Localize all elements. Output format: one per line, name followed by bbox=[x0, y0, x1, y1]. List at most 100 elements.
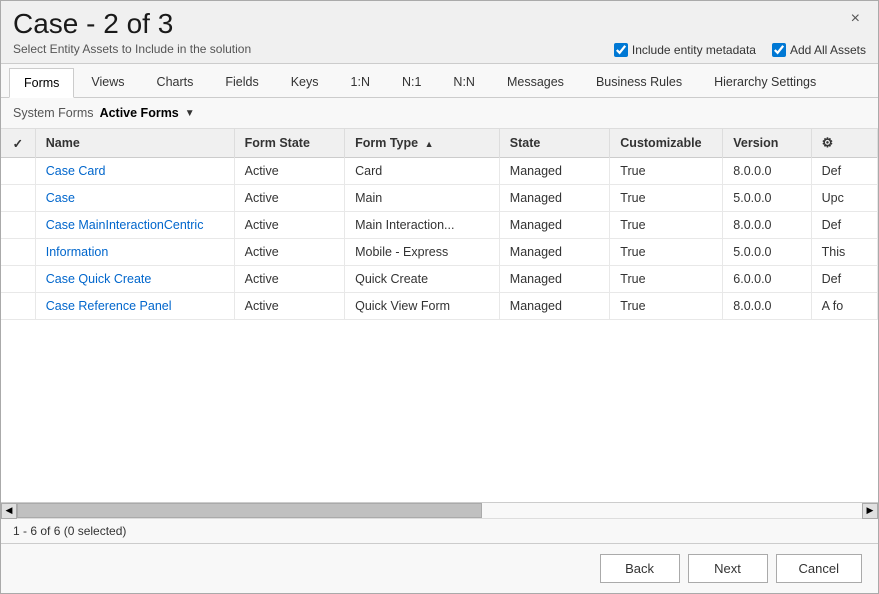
scroll-left-button[interactable]: ◀ bbox=[1, 503, 17, 519]
col-form-type[interactable]: Form Type ▲ bbox=[345, 129, 500, 158]
tab-1n[interactable]: 1:N bbox=[336, 67, 385, 97]
status-bar: 1 - 6 of 6 (0 selected) bbox=[1, 518, 878, 543]
form-type-cell: Quick Create bbox=[345, 266, 500, 293]
col-extra: ⚙ bbox=[811, 129, 877, 158]
page-title: Case - 2 of 3 bbox=[13, 9, 251, 40]
add-all-assets-label: Add All Assets bbox=[790, 43, 866, 57]
state-cell: Managed bbox=[499, 293, 609, 320]
tab-n1[interactable]: N:1 bbox=[387, 67, 436, 97]
subheader: System Forms Active Forms ▼ bbox=[1, 98, 878, 129]
table-container: ✓ Name Form State Form Type ▲ State Cust… bbox=[1, 129, 878, 502]
table-row: Case Quick Create Active Quick Create Ma… bbox=[1, 266, 878, 293]
form-type-cell: Main Interaction... bbox=[345, 212, 500, 239]
check-cell[interactable] bbox=[1, 239, 35, 266]
extra-cell: Def bbox=[811, 266, 877, 293]
tab-business-rules[interactable]: Business Rules bbox=[581, 67, 697, 97]
tab-nn[interactable]: N:N bbox=[438, 67, 490, 97]
version-cell: 8.0.0.0 bbox=[723, 293, 811, 320]
form-type-cell: Main bbox=[345, 185, 500, 212]
check-cell[interactable] bbox=[1, 266, 35, 293]
tab-charts[interactable]: Charts bbox=[142, 67, 209, 97]
table-body: Case Card Active Card Managed True 8.0.0… bbox=[1, 158, 878, 320]
status-text: 1 - 6 of 6 (0 selected) bbox=[13, 524, 126, 538]
title-checkboxes: Include entity metadata Add All Assets bbox=[614, 43, 866, 57]
back-button[interactable]: Back bbox=[600, 554, 680, 583]
col-check: ✓ bbox=[1, 129, 35, 158]
tab-keys[interactable]: Keys bbox=[276, 67, 334, 97]
tab-messages[interactable]: Messages bbox=[492, 67, 579, 97]
state-cell: Managed bbox=[499, 239, 609, 266]
horizontal-scrollbar[interactable]: ◀ ▶ bbox=[1, 502, 878, 518]
check-cell[interactable] bbox=[1, 185, 35, 212]
sort-arrow-form-type: ▲ bbox=[425, 139, 434, 149]
state-cell: Managed bbox=[499, 266, 609, 293]
title-section: Case - 2 of 3 Select Entity Assets to In… bbox=[13, 9, 251, 56]
name-cell[interactable]: Information bbox=[35, 239, 234, 266]
form-type-cell: Card bbox=[345, 158, 500, 185]
name-cell[interactable]: Case Card bbox=[35, 158, 234, 185]
customizable-cell: True bbox=[610, 212, 723, 239]
include-metadata-checkbox[interactable] bbox=[614, 43, 628, 57]
form-state-cell: Active bbox=[234, 266, 344, 293]
customizable-cell: True bbox=[610, 239, 723, 266]
table-row: Information Active Mobile - Express Mana… bbox=[1, 239, 878, 266]
tab-hierarchy-settings[interactable]: Hierarchy Settings bbox=[699, 67, 831, 97]
forms-table: ✓ Name Form State Form Type ▲ State Cust… bbox=[1, 129, 878, 320]
tab-fields[interactable]: Fields bbox=[210, 67, 273, 97]
col-state[interactable]: State bbox=[499, 129, 609, 158]
customizable-cell: True bbox=[610, 266, 723, 293]
state-cell: Managed bbox=[499, 158, 609, 185]
version-cell: 8.0.0.0 bbox=[723, 212, 811, 239]
dialog: Case - 2 of 3 Select Entity Assets to In… bbox=[0, 0, 879, 594]
version-cell: 6.0.0.0 bbox=[723, 266, 811, 293]
check-cell[interactable] bbox=[1, 293, 35, 320]
table-header-row: ✓ Name Form State Form Type ▲ State Cust… bbox=[1, 129, 878, 158]
add-all-assets-checkbox-label[interactable]: Add All Assets bbox=[772, 43, 866, 57]
extra-cell: This bbox=[811, 239, 877, 266]
table-row: Case Card Active Card Managed True 8.0.0… bbox=[1, 158, 878, 185]
page-subtitle: Select Entity Assets to Include in the s… bbox=[13, 42, 251, 56]
customizable-cell: True bbox=[610, 158, 723, 185]
system-forms-label: System Forms bbox=[13, 106, 94, 120]
form-type-cell: Quick View Form bbox=[345, 293, 500, 320]
name-cell[interactable]: Case MainInteractionCentric bbox=[35, 212, 234, 239]
customizable-cell: True bbox=[610, 293, 723, 320]
title-bar: Case - 2 of 3 Select Entity Assets to In… bbox=[1, 1, 878, 64]
form-state-cell: Active bbox=[234, 212, 344, 239]
include-metadata-label: Include entity metadata bbox=[632, 43, 756, 57]
check-cell[interactable] bbox=[1, 158, 35, 185]
content-area: System Forms Active Forms ▼ ✓ Name Form … bbox=[1, 98, 878, 543]
scroll-thumb[interactable] bbox=[17, 503, 482, 518]
table-row: Case Reference Panel Active Quick View F… bbox=[1, 293, 878, 320]
scroll-track[interactable] bbox=[17, 503, 862, 518]
customizable-cell: True bbox=[610, 185, 723, 212]
active-forms-dropdown[interactable]: ▼ bbox=[185, 108, 195, 119]
tab-views[interactable]: Views bbox=[76, 67, 139, 97]
table-row: Case Active Main Managed True 5.0.0.0 Up… bbox=[1, 185, 878, 212]
extra-cell: Def bbox=[811, 212, 877, 239]
form-state-cell: Active bbox=[234, 185, 344, 212]
state-cell: Managed bbox=[499, 185, 609, 212]
tab-forms[interactable]: Forms bbox=[9, 68, 74, 98]
cancel-button[interactable]: Cancel bbox=[776, 554, 862, 583]
name-cell[interactable]: Case bbox=[35, 185, 234, 212]
tabs-bar: Forms Views Charts Fields Keys 1:N N:1 N… bbox=[1, 64, 878, 98]
col-form-state[interactable]: Form State bbox=[234, 129, 344, 158]
active-forms-label: Active Forms bbox=[100, 106, 179, 120]
check-cell[interactable] bbox=[1, 212, 35, 239]
col-version[interactable]: Version bbox=[723, 129, 811, 158]
close-button[interactable]: × bbox=[845, 9, 866, 29]
name-cell[interactable]: Case Reference Panel bbox=[35, 293, 234, 320]
version-cell: 5.0.0.0 bbox=[723, 185, 811, 212]
include-metadata-checkbox-label[interactable]: Include entity metadata bbox=[614, 43, 756, 57]
add-all-assets-checkbox[interactable] bbox=[772, 43, 786, 57]
col-name[interactable]: Name bbox=[35, 129, 234, 158]
name-cell[interactable]: Case Quick Create bbox=[35, 266, 234, 293]
scroll-right-button[interactable]: ▶ bbox=[862, 503, 878, 519]
version-cell: 8.0.0.0 bbox=[723, 158, 811, 185]
next-button[interactable]: Next bbox=[688, 554, 768, 583]
form-state-cell: Active bbox=[234, 239, 344, 266]
form-state-cell: Active bbox=[234, 158, 344, 185]
extra-cell: Upc bbox=[811, 185, 877, 212]
col-customizable[interactable]: Customizable bbox=[610, 129, 723, 158]
